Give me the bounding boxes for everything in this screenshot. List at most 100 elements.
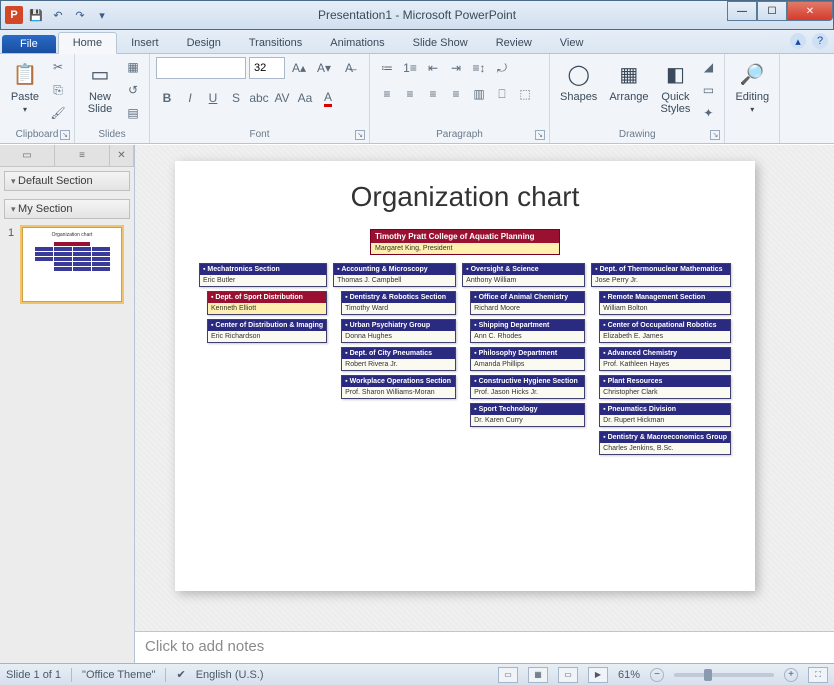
shape-fill-icon[interactable]: ◢ xyxy=(698,57,718,77)
shrink-font-icon[interactable]: A▾ xyxy=(313,57,335,79)
align-center-icon[interactable]: ≡ xyxy=(399,83,421,105)
strike-button[interactable]: S xyxy=(225,87,247,109)
zoom-out-button[interactable]: − xyxy=(650,668,664,682)
italic-button[interactable]: I xyxy=(179,87,201,109)
maximize-button[interactable]: ☐ xyxy=(757,1,787,21)
slide-canvas-area[interactable]: Organization chart Timothy Pratt College… xyxy=(135,145,834,663)
zoom-in-button[interactable]: + xyxy=(784,668,798,682)
copy-icon[interactable]: ⎘ xyxy=(48,80,68,100)
org-node[interactable]: ▪ Dept. of Thermonuclear MathematicsJose… xyxy=(591,263,731,287)
reading-view-icon[interactable]: ▭ xyxy=(558,667,578,683)
dialog-launcher-icon[interactable]: ↘ xyxy=(355,130,365,140)
slide-title[interactable]: Organization chart xyxy=(199,181,731,213)
file-tab[interactable]: File xyxy=(2,35,56,53)
org-node[interactable]: ▪ Workplace Operations SectionProf. Shar… xyxy=(341,375,456,399)
minimize-ribbon-icon[interactable]: ▴ xyxy=(790,33,806,49)
redo-icon[interactable]: ↷ xyxy=(71,6,89,24)
org-node[interactable]: ▪ Remote Management SectionWilliam Bolto… xyxy=(599,291,731,315)
close-button[interactable]: ✕ xyxy=(787,1,833,21)
undo-icon[interactable]: ↶ xyxy=(49,6,67,24)
org-node[interactable]: ▪ Center of Occupational RoboticsElizabe… xyxy=(599,319,731,343)
layout-icon[interactable]: ▦ xyxy=(123,57,143,77)
org-node[interactable]: ▪ Accounting & MicroscopyThomas J. Campb… xyxy=(333,263,456,287)
clear-format-icon[interactable]: A̶ xyxy=(338,57,360,79)
tab-home[interactable]: Home xyxy=(58,32,117,54)
inc-indent-icon[interactable]: ⇥ xyxy=(445,57,467,79)
app-icon[interactable]: P xyxy=(5,6,23,24)
org-node[interactable]: ▪ Shipping DepartmentAnn C. Rhodes xyxy=(470,319,585,343)
quick-styles-button[interactable]: ◧Quick Styles xyxy=(656,57,694,117)
org-root-node[interactable]: Timothy Pratt College of Aquatic Plannin… xyxy=(370,229,560,255)
qat-more-icon[interactable]: ▾ xyxy=(93,6,111,24)
align-left-icon[interactable]: ≡ xyxy=(376,83,398,105)
bullets-icon[interactable]: ≔ xyxy=(376,57,398,79)
sorter-view-icon[interactable]: ▦ xyxy=(528,667,548,683)
minimize-button[interactable]: — xyxy=(727,1,757,21)
save-icon[interactable]: 💾 xyxy=(27,6,45,24)
align-text-icon[interactable]: ⎕ xyxy=(491,83,513,105)
numbering-icon[interactable]: 1≡ xyxy=(399,57,421,79)
section-icon[interactable]: ▤ xyxy=(123,103,143,123)
fit-to-window-icon[interactable]: ⛶ xyxy=(808,667,828,683)
slideshow-view-icon[interactable]: ▶ xyxy=(588,667,608,683)
org-node[interactable]: ▪ Mechatronics SectionEric Butler xyxy=(199,263,327,287)
org-node[interactable]: ▪ Advanced ChemistryProf. Kathleen Hayes xyxy=(599,347,731,371)
dialog-launcher-icon[interactable]: ↘ xyxy=(710,130,720,140)
org-node[interactable]: ▪ Sport TechnologyDr. Karen Curry xyxy=(470,403,585,427)
font-color-icon[interactable]: A xyxy=(317,87,339,109)
tab-insert[interactable]: Insert xyxy=(117,33,173,53)
slide-thumbnail[interactable]: Organization chart xyxy=(22,227,122,302)
shapes-button[interactable]: ◯Shapes xyxy=(556,57,601,105)
columns-icon[interactable]: ▥ xyxy=(468,83,490,105)
normal-view-icon[interactable]: ▭ xyxy=(498,667,518,683)
paste-button[interactable]: 📋 Paste ▾ xyxy=(6,57,44,116)
section-header-default[interactable]: Default Section xyxy=(4,171,130,191)
editing-button[interactable]: 🔎Editing▾ xyxy=(731,57,773,116)
outline-tab[interactable]: ≡ xyxy=(55,145,110,166)
tab-transitions[interactable]: Transitions xyxy=(235,33,316,53)
tab-animations[interactable]: Animations xyxy=(316,33,398,53)
zoom-level[interactable]: 61% xyxy=(618,669,640,681)
tab-view[interactable]: View xyxy=(546,33,598,53)
org-chart[interactable]: ▪ Mechatronics SectionEric Butler ▪ Dept.… xyxy=(199,263,731,455)
close-panel-icon[interactable]: ✕ xyxy=(110,145,134,166)
line-spacing-icon[interactable]: ≡↕ xyxy=(468,57,490,79)
char-spacing-icon[interactable]: AV xyxy=(271,87,293,109)
org-node[interactable]: ▪ Dentistry & Macroeconomics GroupCharle… xyxy=(599,431,731,455)
language-status[interactable]: English (U.S.) xyxy=(196,669,264,681)
help-icon[interactable]: ? xyxy=(812,33,828,49)
font-size-input[interactable] xyxy=(249,57,285,79)
justify-icon[interactable]: ≡ xyxy=(445,83,467,105)
tab-review[interactable]: Review xyxy=(482,33,546,53)
slides-tab[interactable]: ▭ xyxy=(0,145,55,166)
text-direction-icon[interactable]: ⤾ xyxy=(491,57,513,79)
new-slide-button[interactable]: ▭ New Slide xyxy=(81,57,119,117)
org-node[interactable]: ▪ Dentistry & Robotics SectionTimothy Wa… xyxy=(341,291,456,315)
cut-icon[interactable]: ✂ xyxy=(48,57,68,77)
font-name-input[interactable] xyxy=(156,57,246,79)
dialog-launcher-icon[interactable]: ↘ xyxy=(535,130,545,140)
underline-button[interactable]: U xyxy=(202,87,224,109)
change-case-icon[interactable]: Aa xyxy=(294,87,316,109)
dialog-launcher-icon[interactable]: ↘ xyxy=(60,130,70,140)
align-right-icon[interactable]: ≡ xyxy=(422,83,444,105)
org-node[interactable]: ▪ Plant ResourcesChristopher Clark xyxy=(599,375,731,399)
org-node[interactable]: ▪ Pneumatics DivisionDr. Rupert Hickman xyxy=(599,403,731,427)
spellcheck-icon[interactable]: ✔ xyxy=(176,668,185,681)
format-painter-icon[interactable]: 🖌 xyxy=(48,103,68,123)
slide[interactable]: Organization chart Timothy Pratt College… xyxy=(175,161,755,591)
dec-indent-icon[interactable]: ⇤ xyxy=(422,57,444,79)
zoom-slider[interactable] xyxy=(674,673,774,677)
shape-effects-icon[interactable]: ✦ xyxy=(698,103,718,123)
org-node[interactable]: ▪ Office of Animal ChemistryRichard Moor… xyxy=(470,291,585,315)
org-node[interactable]: ▪ Philosophy DepartmentAmanda Phillips xyxy=(470,347,585,371)
smartart-icon[interactable]: ⬚ xyxy=(514,83,536,105)
org-node[interactable]: ▪ Dept. of City PneumaticsRobert Rivera … xyxy=(341,347,456,371)
reset-icon[interactable]: ↺ xyxy=(123,80,143,100)
bold-button[interactable]: B xyxy=(156,87,178,109)
tab-design[interactable]: Design xyxy=(173,33,235,53)
shape-outline-icon[interactable]: ▭ xyxy=(698,80,718,100)
shadow-button[interactable]: abс xyxy=(248,87,270,109)
section-header-my[interactable]: My Section xyxy=(4,199,130,219)
org-node[interactable]: ▪ Oversight & ScienceAnthony William xyxy=(462,263,585,287)
